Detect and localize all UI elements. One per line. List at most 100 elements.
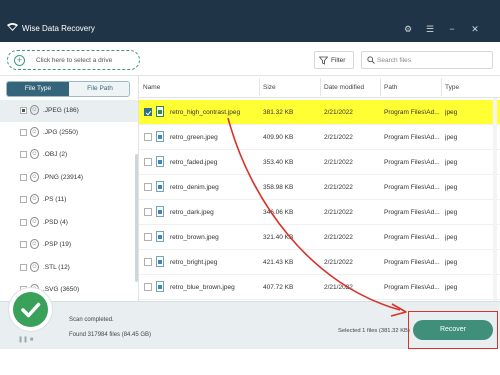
- type-item-png[interactable]: ☺ .PNG (23914): [0, 167, 138, 189]
- tab-file-type[interactable]: File Type: [7, 82, 69, 96]
- checkbox[interactable]: [20, 174, 27, 181]
- file-path: Program Files\Ad...: [384, 159, 440, 166]
- row-checkbox[interactable]: [144, 208, 152, 216]
- file-size: 409.90 KB: [263, 134, 294, 141]
- row-checkbox[interactable]: [144, 108, 152, 116]
- column-header-size[interactable]: Size: [263, 84, 276, 91]
- file-size: 381.32 KB: [263, 109, 294, 116]
- file-table: Name Size Date modified Path Type retro_…: [139, 76, 500, 301]
- type-item-jpeg[interactable]: ☺ .JPEG (186): [0, 100, 138, 122]
- file-type: jpeg: [445, 234, 458, 241]
- search-box[interactable]: [361, 51, 493, 69]
- recover-button[interactable]: Recover: [413, 320, 493, 340]
- table-row[interactable]: retro_dark.jpeg 346.06 KB 2/21/2022 Prog…: [139, 200, 500, 225]
- checkbox[interactable]: [20, 107, 27, 114]
- column-divider: [320, 78, 321, 96]
- table-row[interactable]: retro_denim.jpeg 358.98 KB 2/21/2022 Pro…: [139, 175, 500, 200]
- file-date: 2/21/2022: [324, 184, 353, 191]
- pause-icon[interactable]: ❚❚ ■: [18, 336, 33, 343]
- minimize-icon[interactable]: −: [446, 23, 458, 35]
- file-type: jpeg: [445, 184, 458, 191]
- table-row[interactable]: retro_bright.jpeg 421.43 KB 2/21/2022 Pr…: [139, 250, 500, 275]
- file-type-icon: ☺: [30, 239, 39, 249]
- file-name: retro_faded.jpeg: [170, 159, 218, 166]
- file-path: Program Files\Ad...: [384, 134, 440, 141]
- type-item-jpg[interactable]: ☺ .JPG (2550): [0, 122, 138, 144]
- table-scrollbar[interactable]: [493, 98, 497, 301]
- type-label: .JPEG (186): [43, 107, 79, 114]
- drive-select-button[interactable]: + Click here to select a drive: [7, 50, 140, 70]
- type-item-psd[interactable]: ☺ .PSD (4): [0, 212, 138, 234]
- column-header-date[interactable]: Date modified: [324, 84, 364, 91]
- file-name: retro_green.jpeg: [170, 134, 218, 141]
- scan-complete-badge: [9, 288, 52, 331]
- row-checkbox[interactable]: [144, 158, 152, 166]
- selected-info: Selected 1 files (381.32 KB): [338, 328, 410, 334]
- type-item-stl[interactable]: ☺ .STL (12): [0, 257, 138, 279]
- settings-icon[interactable]: ⚙: [402, 23, 414, 35]
- checkmark-icon: [13, 292, 48, 327]
- type-item-psp[interactable]: ☺ .PSP (19): [0, 234, 138, 256]
- file-type: jpeg: [445, 109, 458, 116]
- type-label: .PSP (19): [43, 241, 72, 248]
- column-divider: [441, 78, 442, 96]
- file-path: Program Files\Ad...: [384, 109, 440, 116]
- type-item-obj[interactable]: ☺ .OBJ (2): [0, 144, 138, 166]
- checkbox[interactable]: [20, 129, 27, 136]
- table-row[interactable]: retro_blue_brown.jpeg 407.72 KB 2/21/202…: [139, 275, 500, 300]
- row-checkbox[interactable]: [144, 258, 152, 266]
- drive-select-label: Click here to select a drive: [36, 57, 113, 64]
- left-scrollbar[interactable]: [135, 154, 138, 282]
- file-size: 346.06 KB: [263, 209, 294, 216]
- image-file-icon: [156, 106, 164, 117]
- file-path: Program Files\Ad...: [384, 234, 440, 241]
- file-name: retro_bright.jpeg: [170, 259, 218, 266]
- checkbox[interactable]: [20, 264, 27, 271]
- table-row[interactable]: retro_high_contrast.jpeg 381.32 KB 2/21/…: [139, 100, 500, 125]
- found-count: Found 317984 files (84.45 GB): [69, 332, 152, 338]
- plus-icon: +: [14, 55, 25, 66]
- file-type: jpeg: [445, 159, 458, 166]
- app-logo-icon: [7, 23, 18, 31]
- column-header-path[interactable]: Path: [384, 84, 397, 91]
- search-input[interactable]: [377, 54, 487, 66]
- file-type-icon: ☺: [30, 217, 39, 227]
- column-header-type[interactable]: Type: [445, 84, 459, 91]
- file-type-icon: ☺: [30, 172, 39, 182]
- checkbox[interactable]: [20, 196, 27, 203]
- table-row[interactable]: retro_green.jpeg 409.90 KB 2/21/2022 Pro…: [139, 125, 500, 150]
- file-date: 2/21/2022: [324, 234, 353, 241]
- row-checkbox[interactable]: [144, 233, 152, 241]
- file-type: jpeg: [445, 134, 458, 141]
- scan-status: Scan completed.: [69, 317, 114, 323]
- table-row[interactable]: retro_faded.jpeg 353.40 KB 2/21/2022 Pro…: [139, 150, 500, 175]
- checkbox[interactable]: [20, 241, 27, 248]
- tab-file-path[interactable]: File Path: [69, 82, 129, 96]
- table-header: Name Size Date modified Path Type: [139, 76, 500, 98]
- file-size: 358.98 KB: [263, 184, 294, 191]
- type-item-ps[interactable]: ☺ .PS (11): [0, 189, 138, 211]
- close-icon[interactable]: ✕: [469, 23, 481, 35]
- panel-tabs: File Type File Path: [6, 81, 130, 97]
- type-label: .JPG (2550): [43, 129, 79, 136]
- image-file-icon: [156, 181, 164, 192]
- app-title: Wise Data Recovery: [22, 24, 95, 33]
- table-row[interactable]: retro_brown.jpeg 321.40 KB 2/21/2022 Pro…: [139, 225, 500, 250]
- file-type-icon: ☺: [30, 194, 39, 204]
- file-type-icon: ☺: [30, 105, 39, 115]
- file-size: 353.40 KB: [263, 159, 294, 166]
- filter-button[interactable]: Filter: [314, 51, 354, 69]
- image-file-icon: [156, 281, 164, 292]
- checkbox[interactable]: [20, 151, 27, 158]
- filter-label: Filter: [331, 57, 346, 64]
- status-footer: Scan completed. Found 317984 files (84.4…: [0, 301, 500, 349]
- type-label: .SVG (3650): [43, 286, 80, 293]
- row-checkbox[interactable]: [144, 183, 152, 191]
- file-type: jpeg: [445, 284, 458, 291]
- column-header-name[interactable]: Name: [143, 84, 160, 91]
- row-checkbox[interactable]: [144, 283, 152, 291]
- menu-icon[interactable]: ☰: [424, 23, 436, 35]
- file-type-panel: File Type File Path ☺ .JPEG (186) ☺ .JPG…: [0, 76, 139, 301]
- row-checkbox[interactable]: [144, 133, 152, 141]
- checkbox[interactable]: [20, 219, 27, 226]
